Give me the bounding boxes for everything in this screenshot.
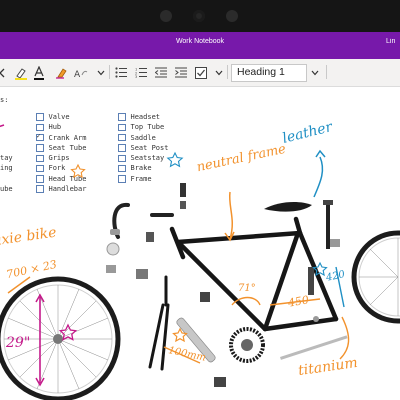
font-color-icon[interactable] [32,65,46,80]
numbered-list-icon[interactable]: 123 [134,65,148,80]
chevron-left-icon[interactable] [0,65,6,80]
camera-sensor-icon [160,10,172,22]
highlighter-icon[interactable] [13,65,29,80]
title-bar: Work Notebook Lin [0,32,400,59]
decrease-indent-icon[interactable] [154,65,168,80]
svg-text:A: A [74,70,81,79]
formatting-toolbar: A 123 Heading 1 [0,59,400,87]
paragraph-style-value: Heading 1 [237,66,285,78]
chevron-down-icon[interactable] [96,65,106,80]
annotation-wheel-diameter: 29" [6,335,31,351]
device-camera-bar [0,0,400,32]
svg-text:3: 3 [135,75,137,78]
clear-formatting-icon[interactable] [54,65,68,80]
increase-indent-icon[interactable] [174,65,188,80]
user-name[interactable]: Lin [386,38,400,45]
window-title: Work Notebook [175,38,225,45]
annotation-head-tube-angle: 71° [238,283,256,294]
toolbar-divider [227,65,228,79]
text-effects-icon[interactable]: A [74,65,88,80]
rear-wheel [351,230,400,324]
todo-tag-icon[interactable] [194,65,208,80]
bullet-list-icon[interactable] [114,65,128,80]
camera-lens-icon [193,10,205,22]
toolbar-divider [109,65,110,79]
fork [148,275,170,371]
toolbar-divider [326,65,327,79]
camera-sensor-icon [226,10,238,22]
handlebar [112,183,186,239]
paragraph-style-select[interactable]: Heading 1 [231,64,307,82]
chevron-down-icon[interactable] [310,65,320,80]
chainring [229,327,265,363]
chevron-down-icon[interactable] [214,65,224,80]
note-canvas[interactable]: s: tay ing ube Valve Hub Crank Arm Seat … [0,87,400,400]
